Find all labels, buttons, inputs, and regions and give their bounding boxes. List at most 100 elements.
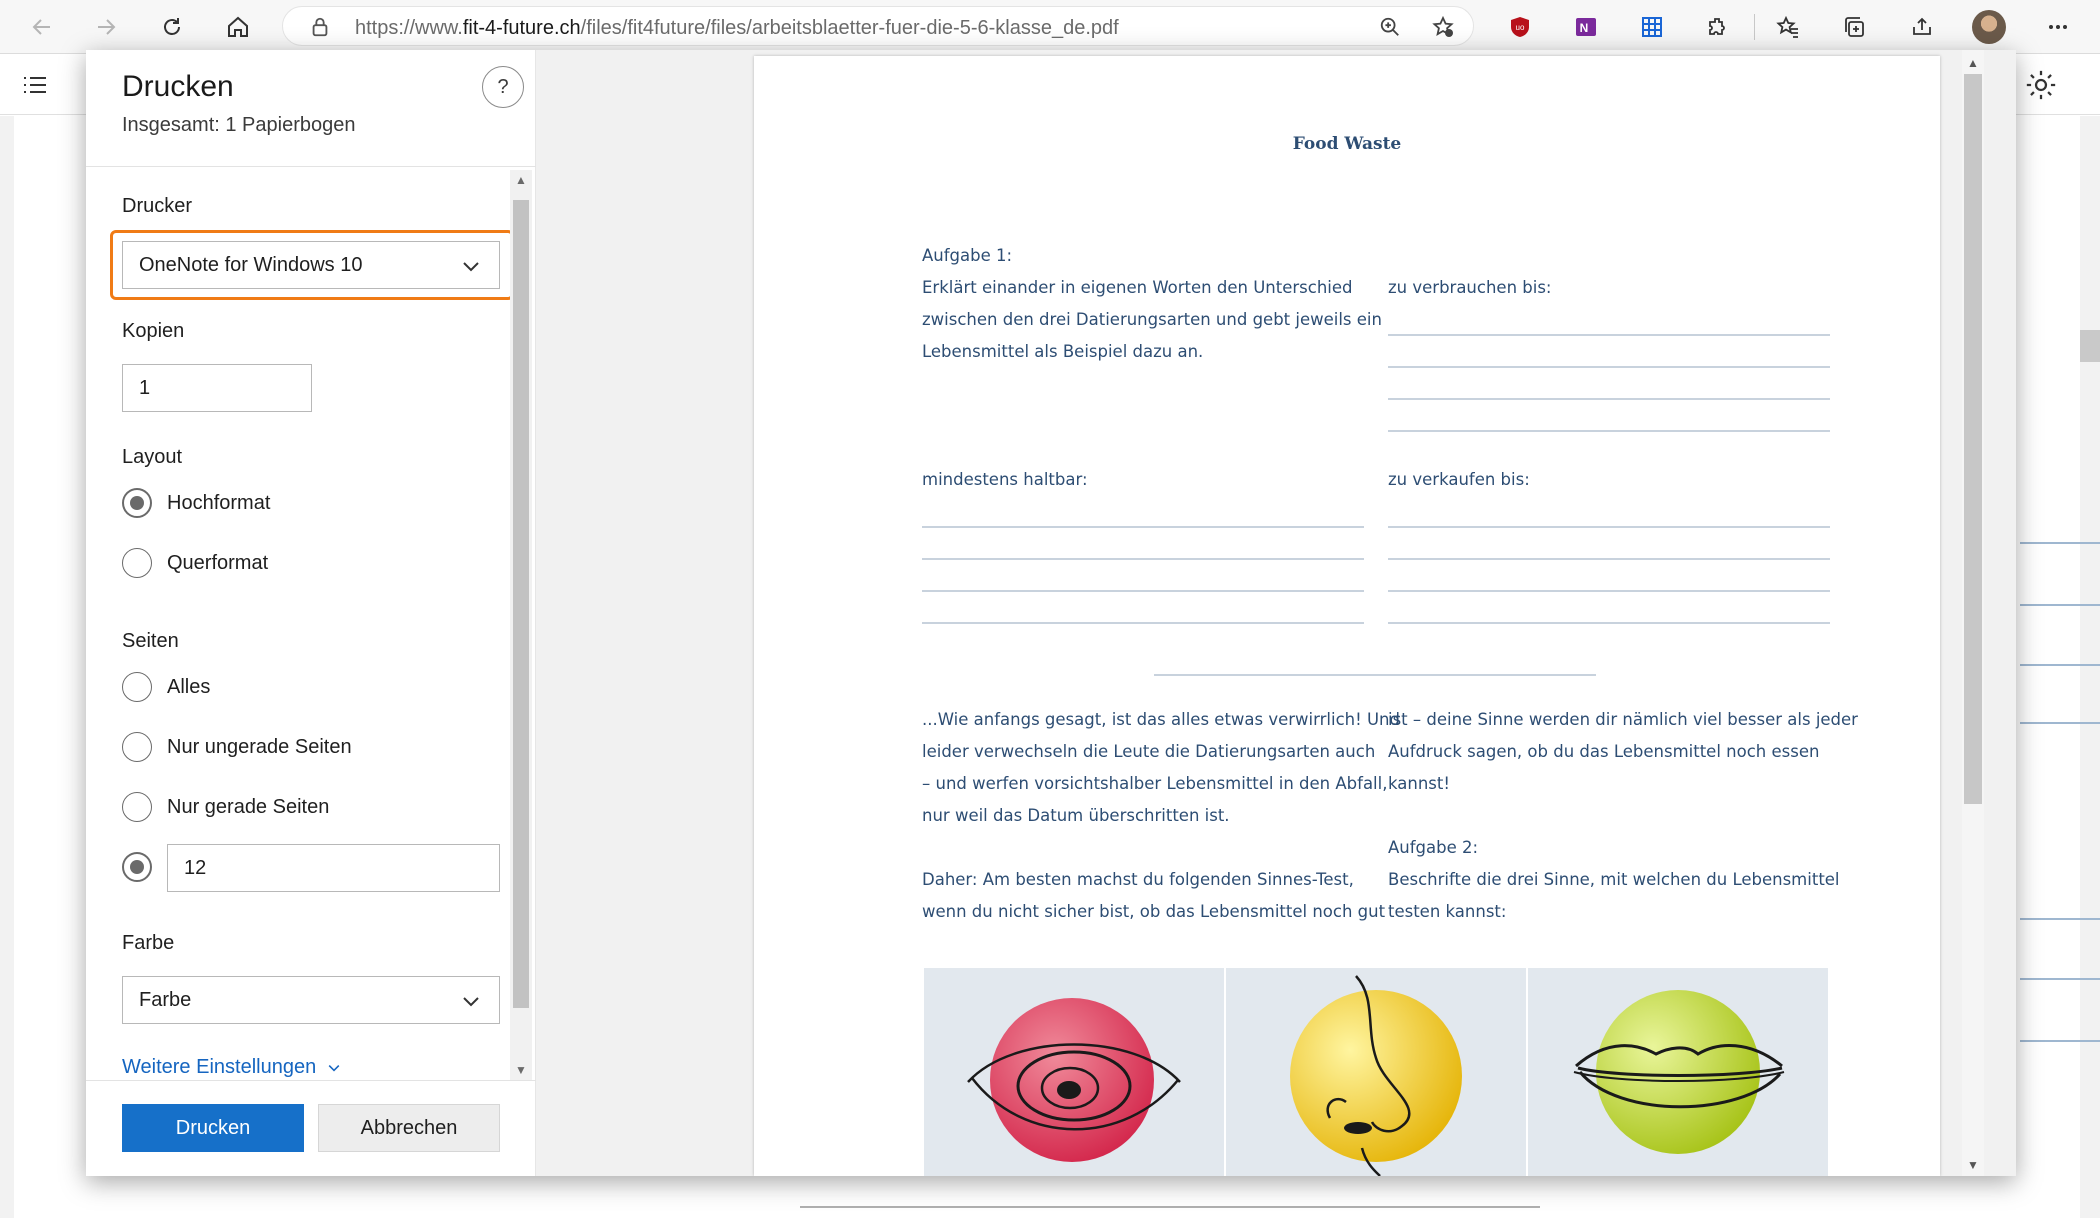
bg-rule <box>2020 542 2100 544</box>
preview-page: Food Waste Aufgabe 1: Erklärt einander i… <box>754 56 1940 1176</box>
scroll-up-icon[interactable]: ▲ <box>514 174 528 186</box>
settings-scrollbar-thumb[interactable] <box>513 200 529 1008</box>
radio-portrait-label[interactable]: Hochformat <box>167 492 270 515</box>
layout-label: Layout <box>122 446 183 468</box>
answer-line <box>1388 590 1830 592</box>
favorites-icon[interactable] <box>1770 9 1806 45</box>
pages-label: Seiten <box>122 630 179 652</box>
print-button[interactable]: Drucken <box>122 1104 304 1152</box>
profile-avatar[interactable] <box>1972 10 2006 44</box>
copies-label: Kopien <box>122 320 185 342</box>
contents-icon[interactable] <box>22 75 48 95</box>
color-value: Farbe <box>139 989 192 1011</box>
print-preview: Food Waste Aufgabe 1: Erklärt einander i… <box>536 50 2016 1176</box>
sheet-count: Insgesamt: 1 Papierbogen <box>122 114 356 136</box>
copies-input[interactable]: 1 <box>122 364 312 412</box>
add-favorite-icon[interactable] <box>1431 15 1455 39</box>
grid-icon[interactable] <box>1634 9 1670 45</box>
more-settings-link[interactable]: Weitere Einstellungen <box>122 1056 342 1079</box>
answer-line <box>922 590 1364 592</box>
svg-text:N: N <box>1580 21 1589 35</box>
answer-line <box>1388 366 1830 368</box>
lock-icon[interactable] <box>309 16 331 38</box>
refresh-icon[interactable] <box>154 9 190 45</box>
print-settings-panel: Drucken Insgesamt: 1 Papierbogen ? Druck… <box>86 50 536 1176</box>
chevron-down-icon <box>463 262 479 272</box>
field-min-label: mindestens haltbar: <box>922 470 1088 489</box>
field-sell-label: zu verkaufen bis: <box>1388 470 1530 489</box>
zoom-icon[interactable] <box>1379 16 1401 38</box>
onenote-icon[interactable]: N <box>1568 9 1604 45</box>
collections-icon[interactable] <box>1836 9 1872 45</box>
page-title: Food Waste <box>1292 134 1402 154</box>
radio-pages-even-label[interactable]: Nur gerade Seiten <box>167 796 329 819</box>
answer-line <box>922 558 1364 560</box>
back-icon[interactable] <box>24 9 60 45</box>
answer-line <box>922 526 1364 528</box>
viewer-scrollbar[interactable] <box>2080 330 2100 362</box>
mouth-illustration <box>1528 968 1828 1176</box>
header-divider <box>86 166 536 167</box>
task2-text: Beschrifte die drei Sinne, mit welchen d… <box>1388 870 1840 921</box>
radio-landscape-label[interactable]: Querformat <box>167 552 268 575</box>
section-divider <box>1154 674 1596 676</box>
chevron-down-icon <box>328 1064 340 1072</box>
answer-line <box>1388 398 1830 400</box>
bg-rule <box>2020 604 2100 606</box>
radio-portrait[interactable] <box>122 488 152 518</box>
color-label: Farbe <box>122 932 175 954</box>
radio-pages-even[interactable] <box>122 792 152 822</box>
radio-landscape[interactable] <box>122 548 152 578</box>
printer-select[interactable]: OneNote for Windows 10 <box>122 241 500 289</box>
answer-line <box>1388 622 1830 624</box>
answer-line <box>1388 430 1830 432</box>
more-icon[interactable] <box>2040 9 2076 45</box>
printer-label: Drucker <box>122 195 193 217</box>
nose-illustration <box>1226 968 1526 1176</box>
forward-icon[interactable] <box>88 9 124 45</box>
radio-pages-all-label[interactable]: Alles <box>167 676 210 699</box>
field-use-label: zu verbrauchen bis: <box>1388 278 1552 297</box>
answer-line <box>922 622 1364 624</box>
home-icon[interactable] <box>220 9 256 45</box>
browser-toolbar: https://www.fit-4-future.ch/files/fit4fu… <box>0 0 2100 54</box>
radio-pages-odd-label[interactable]: Nur ungerade Seiten <box>167 736 352 759</box>
answer-line <box>1388 526 1830 528</box>
bg-rule <box>800 1206 1540 1208</box>
extensions-icon[interactable] <box>1700 9 1736 45</box>
radio-pages-odd[interactable] <box>122 732 152 762</box>
share-icon[interactable] <box>1904 9 1940 45</box>
radio-pages-custom[interactable] <box>122 852 152 882</box>
answer-line <box>1388 334 1830 336</box>
cancel-button[interactable]: Abbrechen <box>318 1104 500 1152</box>
preview-scrollbar-thumb[interactable] <box>1964 74 1982 804</box>
svg-text:uo: uo <box>1516 23 1525 32</box>
paragraph-right: ist – deine Sinne werden dir nämlich vie… <box>1388 710 1858 793</box>
preview-scroll-up-icon[interactable]: ▲ <box>1966 56 1980 70</box>
bg-rule <box>2020 1040 2100 1042</box>
printer-value: OneNote for Windows 10 <box>139 254 363 276</box>
bg-rule <box>2020 918 2100 920</box>
pages-custom-input[interactable]: 12 <box>167 844 500 892</box>
task1-label: Aufgabe 1: <box>922 246 1013 265</box>
paragraph-left: ...Wie anfangs gesagt, ist das alles etw… <box>922 710 1400 921</box>
address-bar[interactable]: https://www.fit-4-future.ch/files/fit4fu… <box>282 6 1474 46</box>
bg-rule <box>2020 978 2100 980</box>
bg-rule <box>2020 722 2100 724</box>
eye-illustration <box>924 968 1224 1176</box>
ublock-icon[interactable]: uo <box>1502 9 1538 45</box>
settings-gear-icon[interactable] <box>2024 68 2058 102</box>
preview-scroll-down-icon[interactable]: ▼ <box>1966 1158 1980 1172</box>
color-select[interactable]: Farbe <box>122 976 500 1024</box>
more-settings-label[interactable]: Weitere Einstellungen <box>122 1056 316 1078</box>
task2-label: Aufgabe 2: <box>1388 838 1479 857</box>
task1-text: Erklärt einander in eigenen Worten den U… <box>922 278 1382 361</box>
toolbar-separator <box>1754 14 1755 40</box>
radio-pages-all[interactable] <box>122 672 152 702</box>
footer-divider <box>86 1080 536 1081</box>
chevron-down-icon <box>463 997 479 1007</box>
url-text: https://www.fit-4-future.ch/files/fit4fu… <box>355 17 1119 39</box>
scroll-down-icon[interactable]: ▼ <box>514 1064 528 1076</box>
answer-line <box>1388 558 1830 560</box>
help-button[interactable]: ? <box>482 66 524 108</box>
